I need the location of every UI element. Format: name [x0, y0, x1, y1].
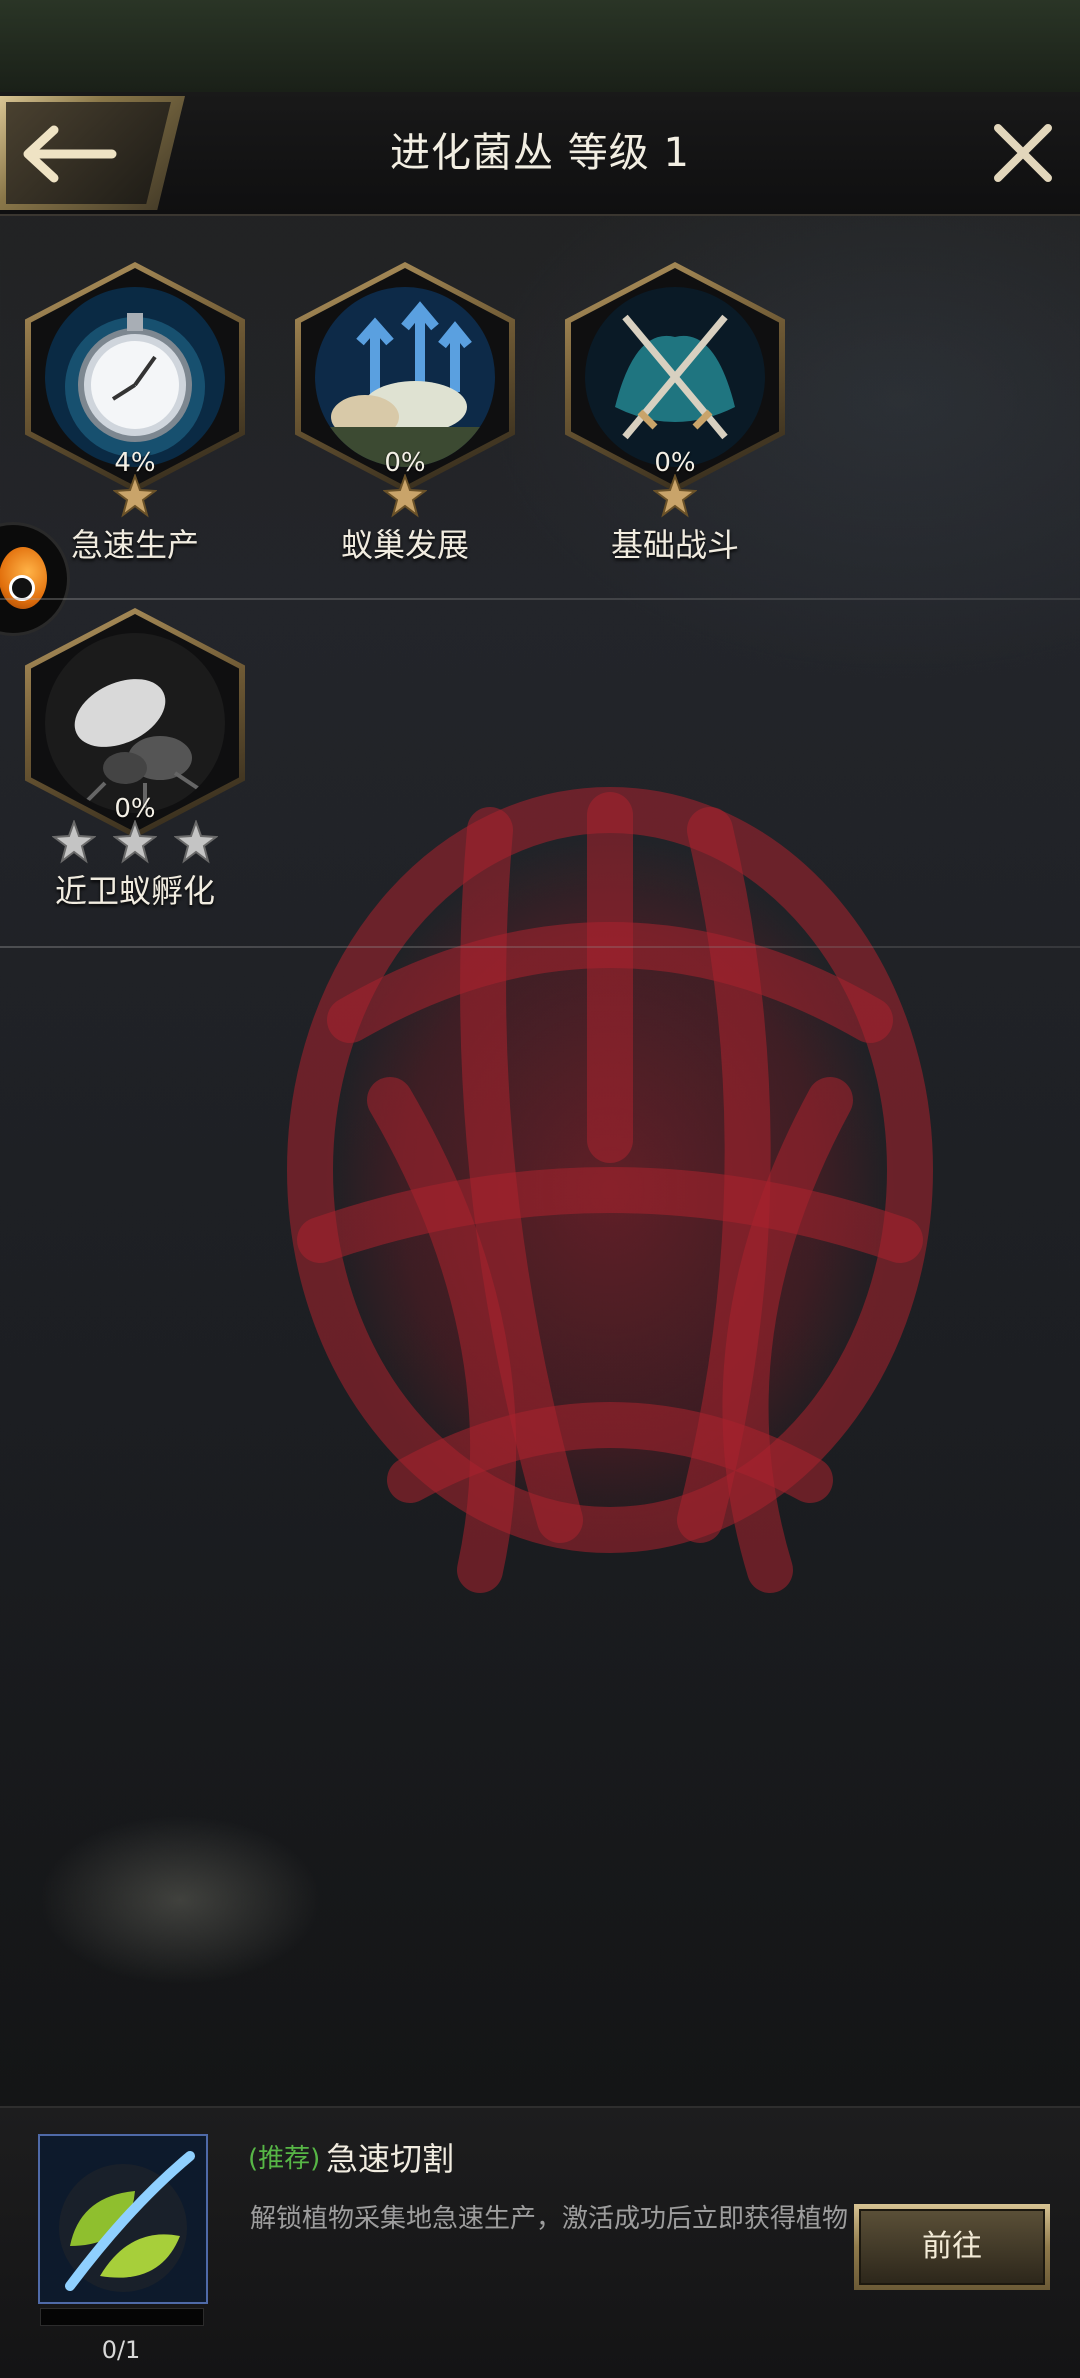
- star-rating: [565, 474, 785, 518]
- background-fungus-lattice: [287, 787, 933, 1593]
- star-rating: [295, 474, 515, 518]
- star-icon: [113, 474, 157, 518]
- header-bar: 进化菌丛 等级 1: [0, 92, 1080, 216]
- arrow-left-icon: [23, 125, 117, 183]
- star-icon: [113, 820, 157, 864]
- skill-card-colony-development[interactable]: 0% 蚁巢发展: [290, 262, 520, 566]
- star-icon: [51, 820, 96, 864]
- star-rating: [25, 474, 245, 518]
- stopwatch-icon: [45, 287, 225, 467]
- recommended-task-panel: 0/1 (推荐) 急速切割 解锁植物采集地急速生产，激活成功后立即获得植物 前往: [0, 2106, 1080, 2378]
- skill-card-rapid-production[interactable]: 4% 急速生产: [20, 262, 250, 566]
- task-progress-bar: [40, 2308, 204, 2326]
- star-icon: [174, 820, 219, 864]
- task-progress-text: 0/1: [101, 2336, 141, 2364]
- star-icon: [653, 474, 697, 518]
- skill-name: 基础战斗: [610, 526, 739, 564]
- row-divider: [0, 946, 1080, 948]
- skill-card-guard-ant-hatching[interactable]: 0% 近卫蚁孵化: [20, 608, 250, 912]
- guard-ant-hatch-icon: [45, 633, 225, 813]
- task-description: 解锁植物采集地急速生产，激活成功后立即获得植物: [250, 2204, 849, 2234]
- star-icon: [383, 474, 427, 518]
- skill-card-basic-combat[interactable]: 0% 基础战斗: [560, 262, 790, 566]
- task-title: 急速切割: [326, 2140, 455, 2178]
- go-button[interactable]: 前往: [854, 2204, 1050, 2290]
- row-divider: [0, 598, 1080, 600]
- colony-growth-icon: [315, 287, 495, 467]
- go-button-label: 前往: [859, 2209, 1045, 2285]
- recommend-tag: (推荐): [248, 2144, 321, 2174]
- top-background-strip: [0, 0, 1080, 92]
- skill-name: 急速生产: [70, 526, 199, 564]
- skill-name: 蚁巢发展: [340, 526, 469, 564]
- star-rating: [25, 820, 245, 864]
- back-button[interactable]: [0, 96, 185, 210]
- close-icon[interactable]: [992, 122, 1054, 184]
- leaf-cut-icon[interactable]: [38, 2134, 208, 2304]
- crossed-swords-icon: [585, 287, 765, 467]
- skill-name: 近卫蚁孵化: [54, 872, 215, 910]
